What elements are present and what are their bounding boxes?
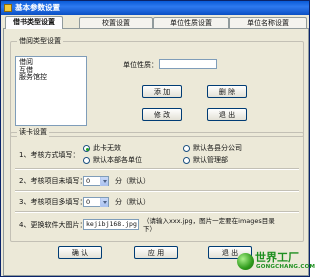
unit-nature-label: 单位性质： xyxy=(123,61,158,69)
select-value: 0 xyxy=(86,177,91,185)
radio-option-invalid[interactable] xyxy=(83,145,90,152)
chevron-down-icon[interactable] xyxy=(100,198,108,207)
watermark-logo: 世界工厂 GONGCHANG.COM xyxy=(237,251,315,275)
type-listbox[interactable]: 借阅 互借 服务馆控 xyxy=(15,56,87,126)
exit-button-top[interactable]: 退 出 xyxy=(207,108,247,121)
option-label: 默认各县分公司 xyxy=(193,144,242,152)
watermark-name: 世界工厂 xyxy=(255,251,299,264)
divider xyxy=(15,190,299,192)
chevron-down-icon[interactable] xyxy=(100,177,108,186)
item-extra-select[interactable]: 0 xyxy=(83,197,109,207)
borrow-type-group-title: 借阅类型设置 xyxy=(17,37,63,46)
default-points-label: 分（默认） xyxy=(115,177,150,185)
tab-strip: 借书类型设置 校置设置 单位性质设置 单位名称设置 xyxy=(3,16,309,29)
radio-option-management[interactable] xyxy=(183,157,190,164)
add-button[interactable]: 添 加 xyxy=(142,85,182,98)
modify-button[interactable]: 修 改 xyxy=(142,108,182,121)
confirm-button[interactable]: 确 认 xyxy=(58,246,102,259)
item-missing-select[interactable]: 0 xyxy=(83,176,109,186)
globe-icon xyxy=(237,253,254,270)
radio-option-hq-units[interactable] xyxy=(83,157,90,164)
change-image-label: 4、更换软件大图片： xyxy=(19,221,87,229)
option-label: 此卡无效 xyxy=(93,144,121,152)
delete-button[interactable]: 删 除 xyxy=(207,85,247,98)
assessment-method-label: 1、考核方式填写： xyxy=(19,151,80,159)
settings-window: 基本参数设置 借书类型设置 校置设置 单位性质设置 单位名称设置 借阅类型设置 … xyxy=(0,0,315,277)
list-item[interactable]: 服务馆控 xyxy=(19,73,83,82)
default-points-label: 分（默认） xyxy=(115,198,150,206)
tab-school-settings[interactable]: 校置设置 xyxy=(79,17,153,28)
divider xyxy=(15,168,299,170)
reader-settings-group-title: 读卡设置 xyxy=(17,128,49,137)
image-filename-input[interactable]: kejibj168.jpg xyxy=(83,219,139,230)
select-value: 0 xyxy=(86,198,91,206)
tab-borrow-type[interactable]: 借书类型设置 xyxy=(5,16,63,29)
reader-settings-group: 读卡设置 1、考核方式填写： 此卡无效 默认各县分公司 默认本部各单位 默认管理… xyxy=(10,128,304,242)
unit-nature-input[interactable] xyxy=(159,59,217,69)
title-bar[interactable]: 基本参数设置 xyxy=(1,1,309,15)
item-missing-label: 2、考核项目未填写： xyxy=(19,177,87,185)
divider xyxy=(15,211,299,213)
radio-option-county[interactable] xyxy=(183,145,190,152)
borrow-type-group: 借阅类型设置 借阅 互借 服务馆控 单位性质： 添 加 删 除 修 改 退 出 xyxy=(10,37,304,137)
window-title: 基本参数设置 xyxy=(15,3,60,12)
tab-unit-name[interactable]: 单位名称设置 xyxy=(229,17,307,28)
image-note: （请输入xxx.jpg，图片一定要在images目录下） xyxy=(143,217,275,233)
item-extra-label: 3、考核项目多填写： xyxy=(19,198,87,206)
option-label: 默认管理部 xyxy=(193,156,228,164)
option-label: 默认本部各单位 xyxy=(93,156,142,164)
tab-panel: 借阅类型设置 借阅 互借 服务馆控 单位性质： 添 加 删 除 修 改 退 出 … xyxy=(3,28,309,276)
watermark-url: GONGCHANG.COM xyxy=(256,264,316,270)
app-icon xyxy=(4,4,12,12)
apply-button[interactable]: 应 用 xyxy=(134,246,178,259)
radio-selected-dot xyxy=(85,147,89,151)
tab-unit-nature[interactable]: 单位性质设置 xyxy=(153,17,229,28)
